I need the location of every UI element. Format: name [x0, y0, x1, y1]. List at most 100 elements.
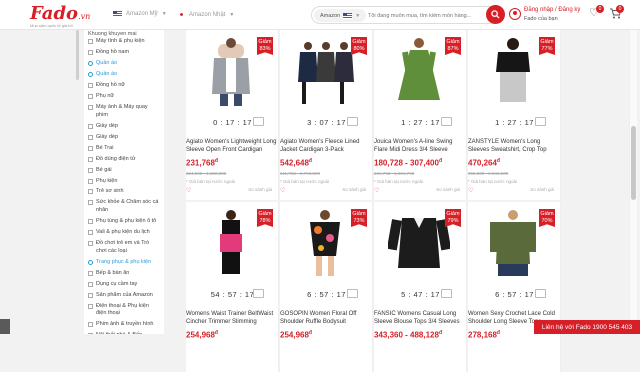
user-icon[interactable]: [509, 8, 521, 20]
product-title[interactable]: ZANSTYLE Women's Long Sleeves Sweatshirt…: [468, 138, 560, 155]
compare-price-link[interactable]: So sánh giá: [342, 187, 366, 192]
compare-price-link[interactable]: So sánh giá: [436, 187, 460, 192]
category-filter-item[interactable]: Phim ảnh & truyền hình: [84, 321, 164, 329]
category-filter-item[interactable]: Sức khỏe & Chăm sóc cá nhân: [84, 199, 164, 214]
category-checkbox[interactable]: [88, 322, 93, 328]
left-scrollbar[interactable]: [76, 30, 79, 80]
category-checkbox[interactable]: [88, 156, 93, 162]
market-amazon-us[interactable]: Amazon Mỹ ▼: [113, 11, 167, 17]
category-filter-item[interactable]: Phụ tùng & phụ kiện ô tô: [84, 218, 164, 226]
product-image[interactable]: [482, 208, 544, 278]
page-scrollbar[interactable]: [629, 30, 637, 334]
category-checkbox[interactable]: [88, 49, 93, 55]
search-market-select[interactable]: Amazon ▼: [314, 9, 367, 22]
search-input[interactable]: [368, 10, 486, 22]
category-checkbox[interactable]: [88, 292, 93, 298]
product-image[interactable]: [482, 36, 544, 106]
product-card[interactable]: Giảm 70% 6 : 57 : 17 Women Sexy Crochet Lac…: [468, 202, 561, 372]
category-filter-item[interactable]: Đồng hồ nam: [84, 49, 164, 57]
category-checkbox[interactable]: [88, 134, 93, 140]
product-image[interactable]: [200, 36, 262, 106]
category-filter-item[interactable]: Điện thoại & Phụ kiện điện thoại: [84, 303, 164, 318]
category-filter-item[interactable]: Trẻ sơ sinh: [84, 188, 164, 196]
product-title[interactable]: Jouica Women's A-line Swing Flare Midi D…: [374, 138, 466, 155]
compare-price-link[interactable]: So sánh giá: [530, 187, 554, 192]
product-image[interactable]: [388, 208, 450, 278]
product-card[interactable]: Giảm 78% 54 : 57 : 17 Womens Waist Trainer …: [186, 202, 279, 372]
category-filter-item[interactable]: Bếp & bàn ăn: [84, 270, 164, 278]
category-checkbox[interactable]: [88, 71, 93, 77]
wishlist-icon[interactable]: ♡: [374, 187, 379, 194]
hotline-banner[interactable]: Liên hệ với Fado 1900 545 403: [534, 320, 640, 334]
compare-box-icon[interactable]: [347, 289, 358, 298]
category-checkbox[interactable]: [88, 241, 93, 247]
compare-box-icon[interactable]: [535, 289, 546, 298]
compare-box-icon[interactable]: [441, 289, 452, 298]
category-filter-item[interactable]: Giày dép: [84, 134, 164, 142]
wishlist-icon[interactable]: ♡: [280, 187, 285, 194]
category-checkbox[interactable]: [88, 219, 93, 225]
category-filter-item[interactable]: Phụ kiện: [84, 178, 164, 186]
product-title[interactable]: Womens Waist Trainer BeltWaist Cincher T…: [186, 310, 278, 327]
compare-price-link[interactable]: So sánh giá: [248, 187, 272, 192]
compare-box-icon[interactable]: [535, 117, 546, 126]
market-amazon-jp[interactable]: Amazon Nhật ▼: [178, 11, 234, 18]
category-filter-item[interactable]: Máy tính & phụ kiện: [84, 38, 164, 46]
compare-box-icon[interactable]: [253, 117, 264, 126]
category-filter-item[interactable]: Bé Trai: [84, 145, 164, 153]
category-checkbox[interactable]: [88, 145, 93, 151]
category-checkbox[interactable]: [88, 200, 93, 206]
category-filter-item[interactable]: Quần áo: [84, 60, 164, 68]
compare-box-icon[interactable]: [253, 289, 264, 298]
category-checkbox[interactable]: [88, 189, 93, 195]
product-card[interactable]: Giảm 80% 3 : 07 : 17 Agiato Women's Fleece …: [280, 30, 373, 200]
product-title[interactable]: Agiato Women's Lightweight Long Sleeve O…: [186, 138, 278, 155]
category-filter-item[interactable]: Bé gái: [84, 167, 164, 175]
compare-box-icon[interactable]: [441, 117, 452, 126]
product-card[interactable]: Giảm 83% 0 : 17 : 17 Agiato Women's Lightwe…: [186, 30, 279, 200]
product-card[interactable]: Giảm 77% 1 : 27 : 17 ZANSTYLE Women's Long …: [468, 30, 561, 200]
category-checkbox[interactable]: [88, 123, 93, 129]
category-filter-item[interactable]: Sản phẩm của Amazon: [84, 292, 164, 300]
category-checkbox[interactable]: [88, 178, 93, 184]
category-filter-item[interactable]: Đồ dùng điện tử: [84, 156, 164, 164]
category-filter-item[interactable]: Trang phục & phụ kiện: [84, 259, 164, 267]
category-checkbox[interactable]: [88, 303, 93, 309]
category-checkbox[interactable]: [88, 104, 93, 110]
product-card[interactable]: Giảm 87% 1 : 27 : 17 Jouica Women's A-line …: [374, 30, 467, 200]
product-title[interactable]: GOSOPIN Women Floral Off Shoulder Ruffle…: [280, 310, 372, 327]
category-filter-item[interactable]: Phụ nữ: [84, 93, 164, 101]
category-filter-item[interactable]: Dụng cụ cầm tay: [84, 281, 164, 289]
product-title[interactable]: FANSIC Womens Casual Long Sleeve Blouse …: [374, 310, 466, 327]
category-filter-item[interactable]: Đồ chơi trẻ em và Trò chơi các loại: [84, 240, 164, 255]
product-title[interactable]: Agiato Women's Fleece Lined Jacket Cardi…: [280, 138, 372, 155]
search-button[interactable]: [486, 5, 505, 24]
wishlist-icon[interactable]: ♡: [186, 187, 191, 194]
category-checkbox[interactable]: [88, 281, 93, 287]
product-image[interactable]: [200, 208, 262, 278]
product-image[interactable]: [388, 36, 450, 106]
category-filter-item[interactable]: Vali & phụ kiện du lịch: [84, 229, 164, 237]
category-checkbox[interactable]: [88, 60, 93, 66]
category-checkbox[interactable]: [88, 167, 93, 173]
chat-widget-button[interactable]: [0, 319, 10, 334]
category-filter-item[interactable]: Quần áo: [84, 71, 164, 79]
compare-box-icon[interactable]: [347, 117, 358, 126]
category-filter-item[interactable]: Đồng hồ nữ: [84, 82, 164, 90]
category-checkbox[interactable]: [88, 230, 93, 236]
category-checkbox[interactable]: [88, 39, 93, 44]
category-filter-item[interactable]: Giày dép: [84, 123, 164, 131]
category-checkbox[interactable]: [88, 270, 93, 276]
product-card[interactable]: Giảm 79% 5 : 47 : 17 FANSIC Womens Casual L…: [374, 202, 467, 372]
category-checkbox[interactable]: [88, 259, 93, 265]
product-card[interactable]: Giảm 73% 6 : 57 : 17 GOSOPIN Women Floral O…: [280, 202, 373, 372]
category-checkbox[interactable]: [88, 82, 93, 88]
category-filter-item[interactable]: Máy ảnh & Máy quay phim: [84, 104, 164, 119]
scrollbar-thumb[interactable]: [631, 126, 636, 200]
product-image[interactable]: [294, 36, 356, 106]
login-link[interactable]: Đăng nhập / Đăng ký: [524, 7, 580, 13]
wishlist-icon[interactable]: ♡: [468, 187, 473, 194]
category-checkbox[interactable]: [88, 93, 93, 99]
fado-logo[interactable]: Fado.vn: [30, 3, 90, 24]
product-image[interactable]: [294, 208, 356, 278]
